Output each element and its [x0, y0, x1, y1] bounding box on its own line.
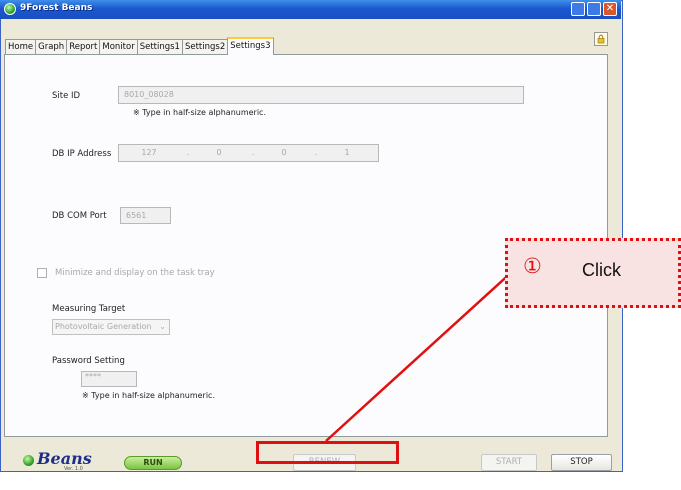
callout-step-number: ①	[523, 254, 542, 278]
tab-settings3[interactable]: Settings3	[227, 37, 274, 55]
callout-text: Click	[582, 260, 621, 280]
